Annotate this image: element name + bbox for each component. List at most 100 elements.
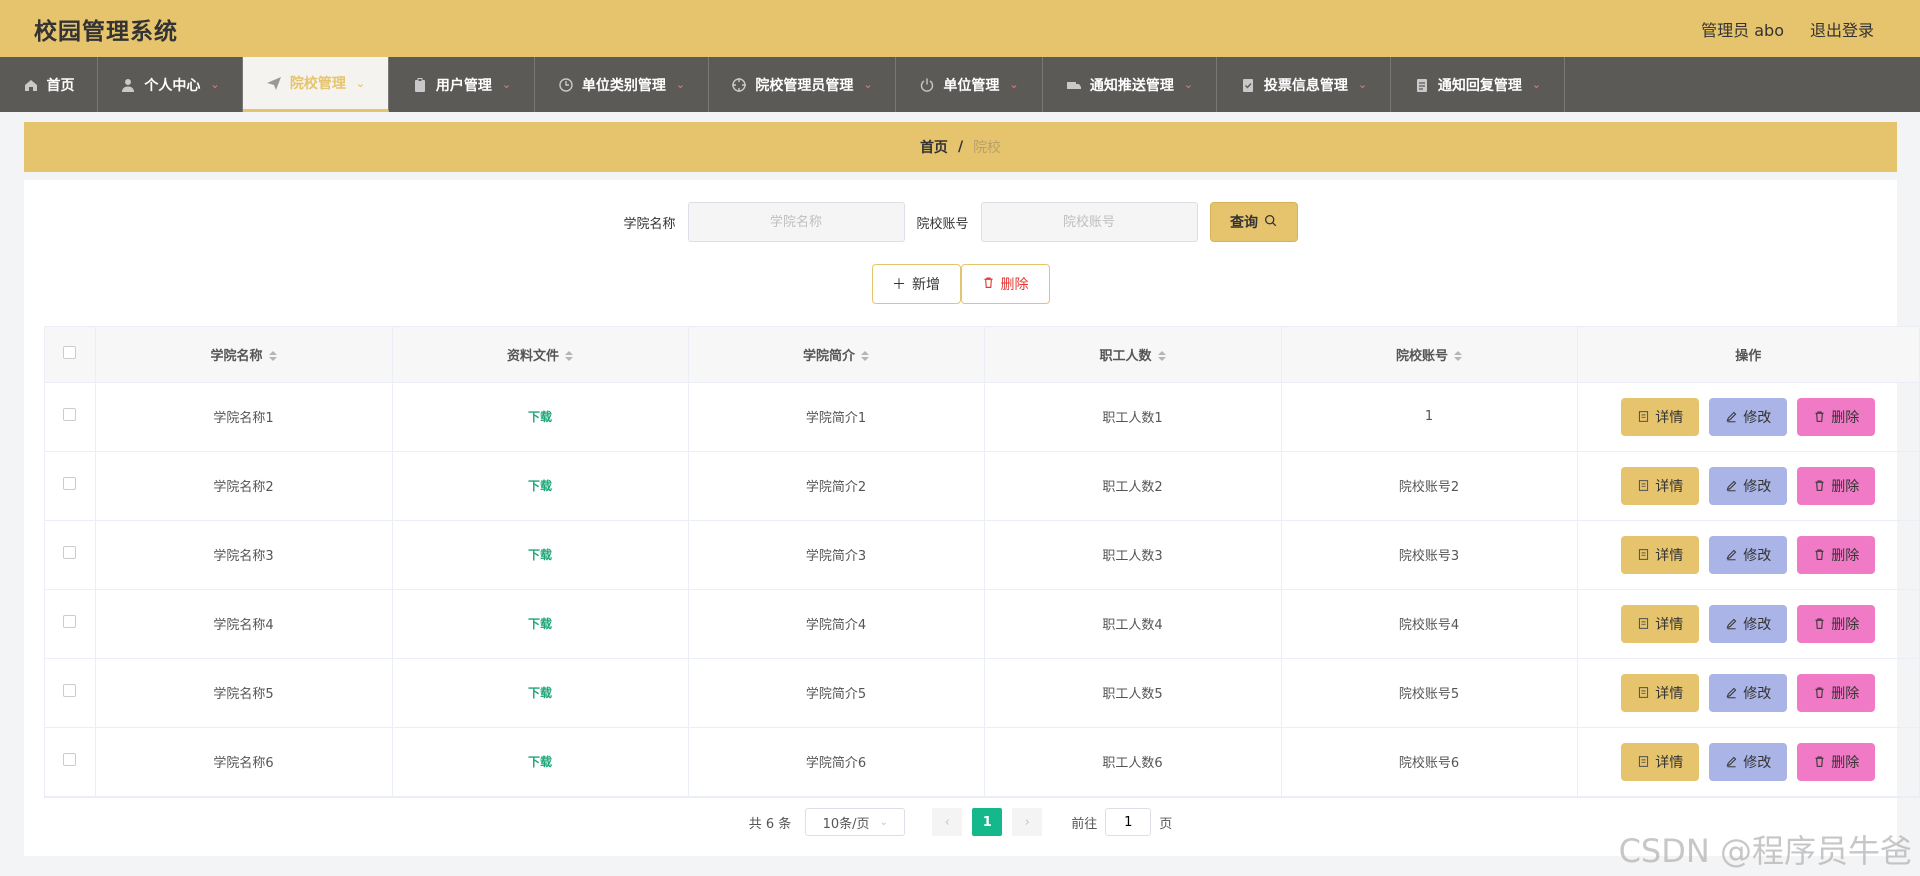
detail-button[interactable]: 详情: [1621, 742, 1700, 781]
watermark: CSDN @程序员牛爸: [1618, 832, 1912, 870]
detail-button[interactable]: 详情: [1621, 397, 1700, 436]
chevron-down-icon: ⌄: [501, 78, 512, 91]
nav-item-2[interactable]: 院校管理 ⌄: [243, 57, 389, 112]
row-select-cell[interactable]: [45, 520, 96, 590]
row-select-cell[interactable]: [45, 727, 96, 797]
cell-staff: 职工人数4: [984, 589, 1282, 659]
row-checkbox[interactable]: [63, 477, 77, 490]
sort-icon[interactable]: [1157, 351, 1166, 362]
column-header-staff[interactable]: 职工人数: [984, 327, 1282, 383]
chevron-right-icon: ›: [1024, 814, 1030, 830]
download-link[interactable]: 下载: [528, 686, 552, 700]
sort-icon[interactable]: [861, 351, 869, 362]
nav-item-4[interactable]: 单位类别管理 ⌄: [535, 57, 709, 112]
nav-item-label: 投票信息管理: [1263, 77, 1348, 94]
column-header-file[interactable]: 资料文件: [392, 327, 689, 383]
edit-button[interactable]: 修改: [1709, 604, 1788, 643]
sort-icon[interactable]: [565, 351, 573, 362]
delete-button[interactable]: 删除: [1797, 535, 1876, 574]
cell-account: 院校账号4: [1281, 589, 1578, 659]
nav-item-6[interactable]: 单位管理 ⌄: [896, 57, 1043, 112]
row-select-cell[interactable]: [45, 451, 96, 521]
row-checkbox[interactable]: [63, 408, 77, 421]
nav-item-0[interactable]: 首页: [0, 57, 98, 112]
delete-button[interactable]: 删除: [1797, 466, 1876, 505]
select-all-checkbox[interactable]: [63, 345, 77, 359]
checklist-icon: [1240, 77, 1256, 93]
row-checkbox[interactable]: [63, 546, 77, 559]
download-link[interactable]: 下载: [528, 755, 552, 769]
pencil-icon: [1725, 755, 1738, 768]
logout-link[interactable]: 退出登录: [1810, 17, 1874, 41]
goto-page-input[interactable]: [1105, 808, 1152, 836]
next-page-button[interactable]: ›: [1012, 808, 1043, 836]
nav-item-1[interactable]: 个人中心 ⌄: [98, 57, 243, 112]
cell-operations: 详情 修改 删除: [1577, 658, 1919, 728]
sort-icon[interactable]: [268, 351, 277, 362]
current-user[interactable]: 管理员 abo: [1701, 17, 1784, 41]
cell-staff: 职工人数2: [984, 451, 1282, 521]
breadcrumb-home[interactable]: 首页: [920, 137, 948, 157]
cell-staff: 职工人数5: [984, 658, 1282, 728]
edit-button[interactable]: 修改: [1709, 397, 1788, 436]
edit-button[interactable]: 修改: [1709, 673, 1788, 712]
cell-file: 下载: [392, 520, 689, 590]
college-name-input[interactable]: [687, 202, 905, 242]
edit-button[interactable]: 修改: [1709, 535, 1788, 574]
row-checkbox[interactable]: [63, 684, 77, 697]
download-link[interactable]: 下载: [528, 479, 552, 493]
chevron-down-icon: ⌄: [1357, 78, 1368, 91]
delete-button[interactable]: 删除: [1797, 742, 1876, 781]
delete-button[interactable]: 删除: [1797, 604, 1876, 643]
nav-item-8[interactable]: 投票信息管理 ⌄: [1217, 57, 1391, 112]
download-link[interactable]: 下载: [528, 617, 552, 631]
page-size-select[interactable]: 10条/页 ⌄: [805, 808, 906, 836]
data-table: 学院名称 资料文件 学院简介 职工人数 院校账号 操作 学院名称1 下载 学院简介1…: [44, 326, 1920, 798]
batch-delete-button[interactable]: 删除: [960, 264, 1050, 304]
document-icon: [1637, 617, 1650, 630]
chevron-down-icon: ⌄: [1009, 78, 1019, 91]
row-select-cell[interactable]: [45, 589, 96, 659]
detail-button[interactable]: 详情: [1621, 535, 1700, 574]
cell-account: 院校账号2: [1281, 451, 1578, 521]
detail-button[interactable]: 详情: [1621, 466, 1700, 505]
cell-name: 学院名称3: [95, 520, 393, 590]
column-header-intro[interactable]: 学院简介: [688, 327, 985, 383]
document-icon: [1637, 548, 1650, 561]
nav-item-label: 通知回复管理: [1437, 77, 1522, 94]
pencil-icon: [1725, 548, 1738, 561]
nav-item-3[interactable]: 用户管理 ⌄: [389, 57, 535, 112]
clipboard-icon: [412, 77, 428, 93]
column-header-name[interactable]: 学院名称: [95, 327, 393, 383]
delete-button[interactable]: 删除: [1797, 673, 1876, 712]
nav-item-5[interactable]: 院校管理员管理 ⌄: [709, 57, 896, 112]
detail-button[interactable]: 详情: [1621, 604, 1700, 643]
cell-staff: 职工人数1: [984, 382, 1282, 452]
chevron-down-icon: ⌄: [210, 78, 220, 91]
edit-button[interactable]: 修改: [1709, 466, 1788, 505]
delete-button[interactable]: 删除: [1797, 397, 1876, 436]
trash-icon: [1813, 755, 1826, 768]
page-number-current[interactable]: 1: [972, 808, 1003, 836]
row-select-cell[interactable]: [45, 382, 96, 452]
pencil-icon: [1725, 617, 1738, 630]
table-row: 学院名称6 下载 学院简介6 职工人数6 院校账号6 详情 修改 删除: [45, 727, 1919, 797]
add-button[interactable]: ＋ 新增: [871, 264, 961, 304]
nav-item-9[interactable]: 通知回复管理 ⌄: [1391, 57, 1565, 112]
column-header-account[interactable]: 院校账号: [1281, 327, 1578, 383]
row-checkbox[interactable]: [63, 753, 77, 766]
nav-item-7[interactable]: 通知推送管理 ⌄: [1043, 57, 1217, 112]
school-account-input[interactable]: [980, 202, 1198, 242]
row-select-cell[interactable]: [45, 658, 96, 728]
row-checkbox[interactable]: [63, 615, 77, 628]
sort-icon[interactable]: [1454, 351, 1462, 362]
select-all-cell[interactable]: [45, 327, 96, 383]
download-link[interactable]: 下载: [528, 410, 552, 424]
download-link[interactable]: 下载: [528, 548, 552, 562]
query-button[interactable]: 查询: [1209, 202, 1298, 242]
edit-button[interactable]: 修改: [1709, 742, 1788, 781]
table-header-row: 学院名称 资料文件 学院简介 职工人数 院校账号 操作: [45, 327, 1919, 383]
detail-button[interactable]: 详情: [1621, 673, 1700, 712]
prev-page-button[interactable]: ‹: [932, 808, 963, 836]
cell-operations: 详情 修改 删除: [1577, 520, 1919, 590]
